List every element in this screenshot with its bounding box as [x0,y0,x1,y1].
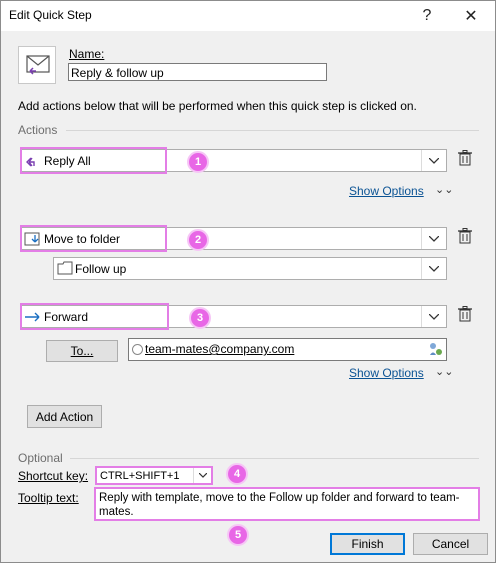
close-button[interactable]: ✕ [451,1,491,31]
window-title: Edit Quick Step [9,8,92,22]
delete-action-2-icon[interactable] [458,228,472,247]
step-badge-2: 2 [187,229,209,251]
help-button[interactable]: ? [407,1,447,31]
action-2-highlight [20,225,167,252]
double-chevron-down-icon[interactable]: ⌄⌄ [435,365,453,378]
folder-icon [57,261,73,278]
envelope-reply-icon [26,55,50,75]
shortcut-key-value: CTRL+SHIFT+1 [100,470,180,482]
actions-separator [66,130,479,131]
folder-combo-value: Follow up [75,262,127,276]
step-badge-1: 1 [187,151,209,173]
name-label: Name: [69,47,105,61]
chevron-down-icon[interactable] [193,468,211,483]
shortcut-key-select[interactable]: CTRL+SHIFT+1 [95,466,213,485]
to-button-label: To... [70,344,94,358]
step-badge-4: 4 [226,463,248,485]
add-action-button[interactable]: Add Action [27,405,102,428]
delete-action-3-icon[interactable] [458,306,472,325]
recipient-circle-icon [132,344,143,355]
description-text: Add actions below that will be performed… [18,99,417,113]
show-options-link-1[interactable]: Show Options [349,184,424,198]
finish-button[interactable]: Finish [330,533,405,555]
show-options-link-3[interactable]: Show Options [349,366,424,380]
optional-group-label: Optional [18,451,63,465]
action-1-highlight [20,147,167,174]
name-field-value: Reply & follow up [71,66,164,80]
tooltip-text-value: Reply with template, move to the Follow … [99,492,460,518]
address-book-icon[interactable] [428,341,444,361]
finish-button-label: Finish [351,537,384,551]
step-badge-3: 3 [189,307,211,329]
delete-action-1-icon[interactable] [458,150,472,169]
action-3-highlight [20,303,169,330]
quick-step-icon-button[interactable] [18,46,56,84]
name-field[interactable]: Reply & follow up [68,63,327,81]
recipient-field[interactable]: team-mates@company.com [128,338,447,361]
recipient-value: team-mates@company.com [145,342,295,356]
chevron-down-icon[interactable] [421,150,446,171]
chevron-down-icon[interactable] [421,258,446,279]
cancel-button[interactable]: Cancel [413,533,488,555]
cancel-button-label: Cancel [431,537,470,551]
tooltip-text-field[interactable]: Reply with template, move to the Follow … [94,487,480,521]
shortcut-key-label: Shortcut key: [18,469,89,483]
folder-combo[interactable]: Follow up [53,257,447,280]
double-chevron-down-icon[interactable]: ⌄⌄ [435,183,453,196]
actions-group-label: Actions [18,123,58,137]
chevron-down-icon[interactable] [421,306,446,327]
step-badge-5: 5 [227,524,249,546]
chevron-down-icon[interactable] [421,228,446,249]
tooltip-text-label: Tooltip text: [18,491,79,505]
optional-separator [70,458,479,459]
to-button[interactable]: To... [46,340,118,362]
add-action-label: Add Action [35,409,94,424]
